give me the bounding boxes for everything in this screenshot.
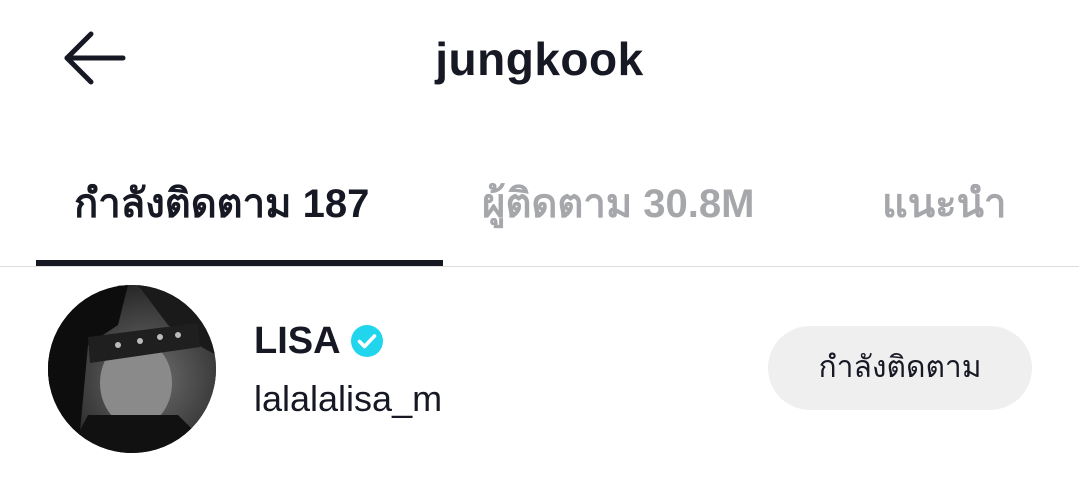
avatar[interactable] [48, 285, 216, 453]
active-tab-indicator [36, 260, 443, 266]
tab-following[interactable]: กำลังติดตาม 187 [74, 174, 369, 234]
tab-followers[interactable]: ผู้ติดตาม 30.8M [482, 174, 754, 234]
avatar-image [48, 285, 216, 453]
tab-suggested[interactable]: แนะนำ [882, 174, 1006, 234]
verified-badge-icon [350, 325, 383, 357]
top-bar: jungkook [0, 0, 1079, 120]
tab-bar: กำลังติดตาม 187 ผู้ติดตาม 30.8M แนะนำ [0, 160, 1079, 267]
display-name: LISA [254, 320, 341, 362]
list-item[interactable]: LISA lalalalisa_m กำลังติดตาม [0, 270, 1079, 470]
user-name-line: LISA [254, 316, 383, 366]
following-button[interactable]: กำลังติดตาม [768, 326, 1032, 410]
username-handle: lalalalisa_m [254, 378, 443, 419]
page-title: jungkook [435, 33, 644, 85]
